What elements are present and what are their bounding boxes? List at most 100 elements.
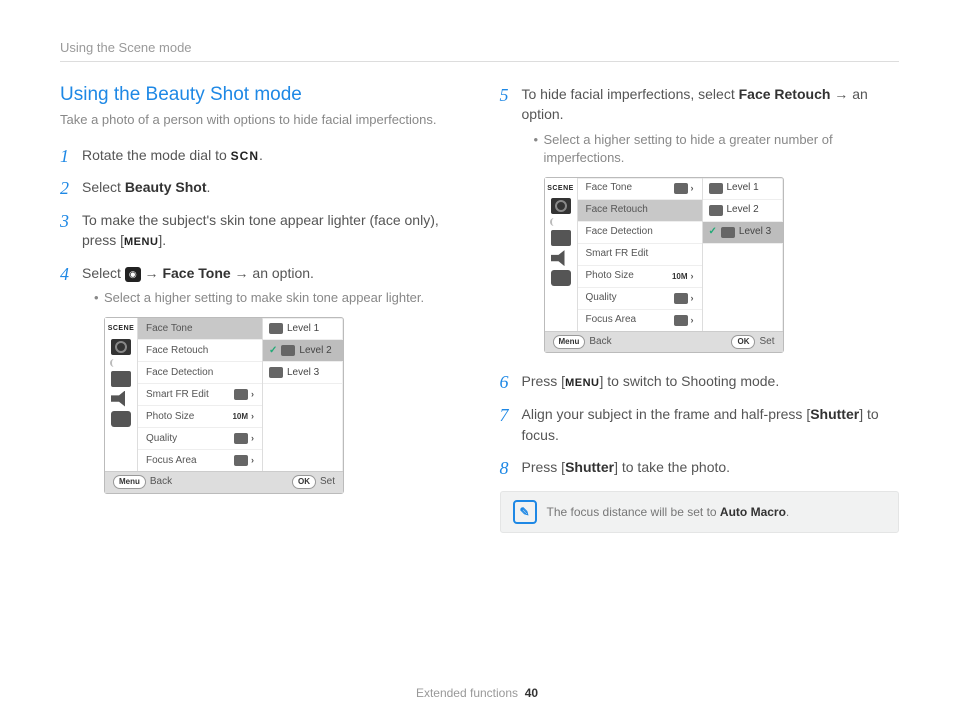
step-text: Rotate the mode dial to <box>82 147 231 163</box>
step-sub: Select a higher setting to hide a greate… <box>534 131 900 167</box>
bold-term: Auto Macro <box>720 505 786 519</box>
step-text: Select <box>82 179 125 195</box>
menu-row[interactable]: Face Tone <box>138 318 262 340</box>
page-footer: Extended functions 40 <box>0 686 954 700</box>
value-icon <box>234 433 248 444</box>
submenu-row-selected[interactable]: ✓Level 3 <box>703 222 783 244</box>
speaker-icon <box>551 250 571 266</box>
camera-icon <box>551 198 571 214</box>
step-number: 6 <box>500 369 509 395</box>
chevron-right-icon: › <box>251 432 254 445</box>
step-number: 8 <box>500 455 509 481</box>
lcd-footer: MenuBack OKSet <box>545 331 783 353</box>
step-3: 3 To make the subject's skin tone appear… <box>60 210 460 251</box>
check-icon: ✓ <box>709 225 717 240</box>
lcd-footer: MenuBack OKSet <box>105 471 343 493</box>
wave-icon <box>550 218 572 226</box>
step-4: 4 Select ◉ → Face Tone → an option. Sele… <box>60 263 460 494</box>
camera-icon <box>111 339 131 355</box>
bold-term: Face Retouch <box>739 86 831 102</box>
submenu-row[interactable]: Level 2 <box>703 200 783 222</box>
video-icon <box>111 371 131 387</box>
step-text: Press [ <box>522 459 566 475</box>
lcd-sidebar: SCENE <box>105 318 138 471</box>
level-icon <box>709 205 723 216</box>
chevron-right-icon: › <box>251 454 254 467</box>
menu-chip[interactable]: Menu <box>113 475 146 489</box>
value-icon <box>234 455 248 466</box>
level-icon <box>281 345 295 356</box>
menu-row[interactable]: Quality› <box>578 288 702 310</box>
note-text: The focus distance will be set to Auto M… <box>547 505 790 519</box>
menu-row[interactable]: Photo Size10M› <box>138 406 262 428</box>
breadcrumb: Using the Scene mode <box>60 40 899 62</box>
step-text: To hide facial imperfections, select <box>522 86 739 102</box>
menu-row[interactable]: Quality› <box>138 428 262 450</box>
lcd-sidebar: SCENE <box>545 178 578 331</box>
step-number: 7 <box>500 402 509 428</box>
submenu-row[interactable]: Level 3 <box>263 362 343 384</box>
ok-chip[interactable]: OK <box>731 335 755 349</box>
bold-term: Face Tone <box>162 265 230 281</box>
footer-section: Extended functions <box>416 686 518 700</box>
step-6: 6 Press [MENU] to switch to Shooting mod… <box>500 371 900 392</box>
level-icon <box>709 183 723 194</box>
menu-row[interactable]: Face Detection <box>138 362 262 384</box>
step-7: 7 Align your subject in the frame and ha… <box>500 404 900 445</box>
menu-row[interactable]: Focus Area› <box>138 450 262 471</box>
lcd-submenu: Level 1 Level 2 ✓Level 3 <box>702 178 783 331</box>
chevron-right-icon: › <box>691 270 694 283</box>
camera-lcd-faceretouch: SCENE Face Tone› Face Retouch Face De <box>544 177 784 354</box>
camera-icon: ◉ <box>125 267 141 282</box>
menu-row[interactable]: Face Retouch <box>578 200 702 222</box>
chevron-right-icon: › <box>251 410 254 423</box>
section-heading: Using the Beauty Shot mode <box>60 84 460 106</box>
step-8: 8 Press [Shutter] to take the photo. <box>500 457 900 477</box>
submenu-row[interactable]: Level 1 <box>263 318 343 340</box>
menu-row[interactable]: Focus Area› <box>578 310 702 331</box>
wave-icon <box>110 359 132 367</box>
menu-row[interactable]: Face Retouch <box>138 340 262 362</box>
step-sub: Select a higher setting to make skin ton… <box>94 289 460 307</box>
menu-icon: MENU <box>124 236 158 248</box>
value-icon <box>234 389 248 400</box>
level-icon <box>721 227 735 238</box>
menu-row[interactable]: Face Tone› <box>578 178 702 200</box>
step-number: 2 <box>60 175 69 201</box>
step-text: Select <box>82 265 125 281</box>
bold-term: Beauty Shot <box>125 179 207 195</box>
menu-row[interactable]: Photo Size10M› <box>578 266 702 288</box>
step-number: 3 <box>60 208 69 234</box>
menu-row[interactable]: Smart FR Edit› <box>138 384 262 406</box>
chevron-right-icon: › <box>691 314 694 327</box>
step-5: 5 To hide facial imperfections, select F… <box>500 84 900 353</box>
lcd-menu: Face Tone› Face Retouch Face Detection S… <box>578 178 702 331</box>
menu-chip[interactable]: Menu <box>553 335 586 349</box>
step-text: Align your subject in the frame and half… <box>522 406 811 422</box>
display-icon <box>111 411 131 427</box>
chevron-right-icon: › <box>251 388 254 401</box>
ok-chip[interactable]: OK <box>292 475 316 489</box>
section-subtitle: Take a photo of a person with options to… <box>60 112 460 127</box>
chevron-right-icon: › <box>691 182 694 195</box>
value-icon <box>674 293 688 304</box>
bold-term: Shutter <box>810 406 859 422</box>
chevron-right-icon: › <box>691 292 694 305</box>
menu-row[interactable]: Face Detection <box>578 222 702 244</box>
value-icon <box>674 183 688 194</box>
submenu-row[interactable]: Level 1 <box>703 178 783 200</box>
step-2: 2 Select Beauty Shot. <box>60 177 460 197</box>
submenu-row-selected[interactable]: ✓Level 2 <box>263 340 343 362</box>
step-number: 4 <box>60 261 69 287</box>
lcd-menu: Face Tone Face Retouch Face Detection Sm… <box>138 318 262 471</box>
left-column: Using the Beauty Shot mode Take a photo … <box>60 84 460 533</box>
scene-label: SCENE <box>547 184 574 194</box>
display-icon <box>551 270 571 286</box>
scn-icon: SCN <box>231 149 259 163</box>
menu-row[interactable]: Smart FR Edit <box>578 244 702 266</box>
step-number: 1 <box>60 143 69 169</box>
check-icon: ✓ <box>269 344 277 359</box>
lcd-submenu: Level 1 ✓Level 2 Level 3 <box>262 318 343 471</box>
level-icon <box>269 323 283 334</box>
note-box: ✎ The focus distance will be set to Auto… <box>500 491 900 533</box>
